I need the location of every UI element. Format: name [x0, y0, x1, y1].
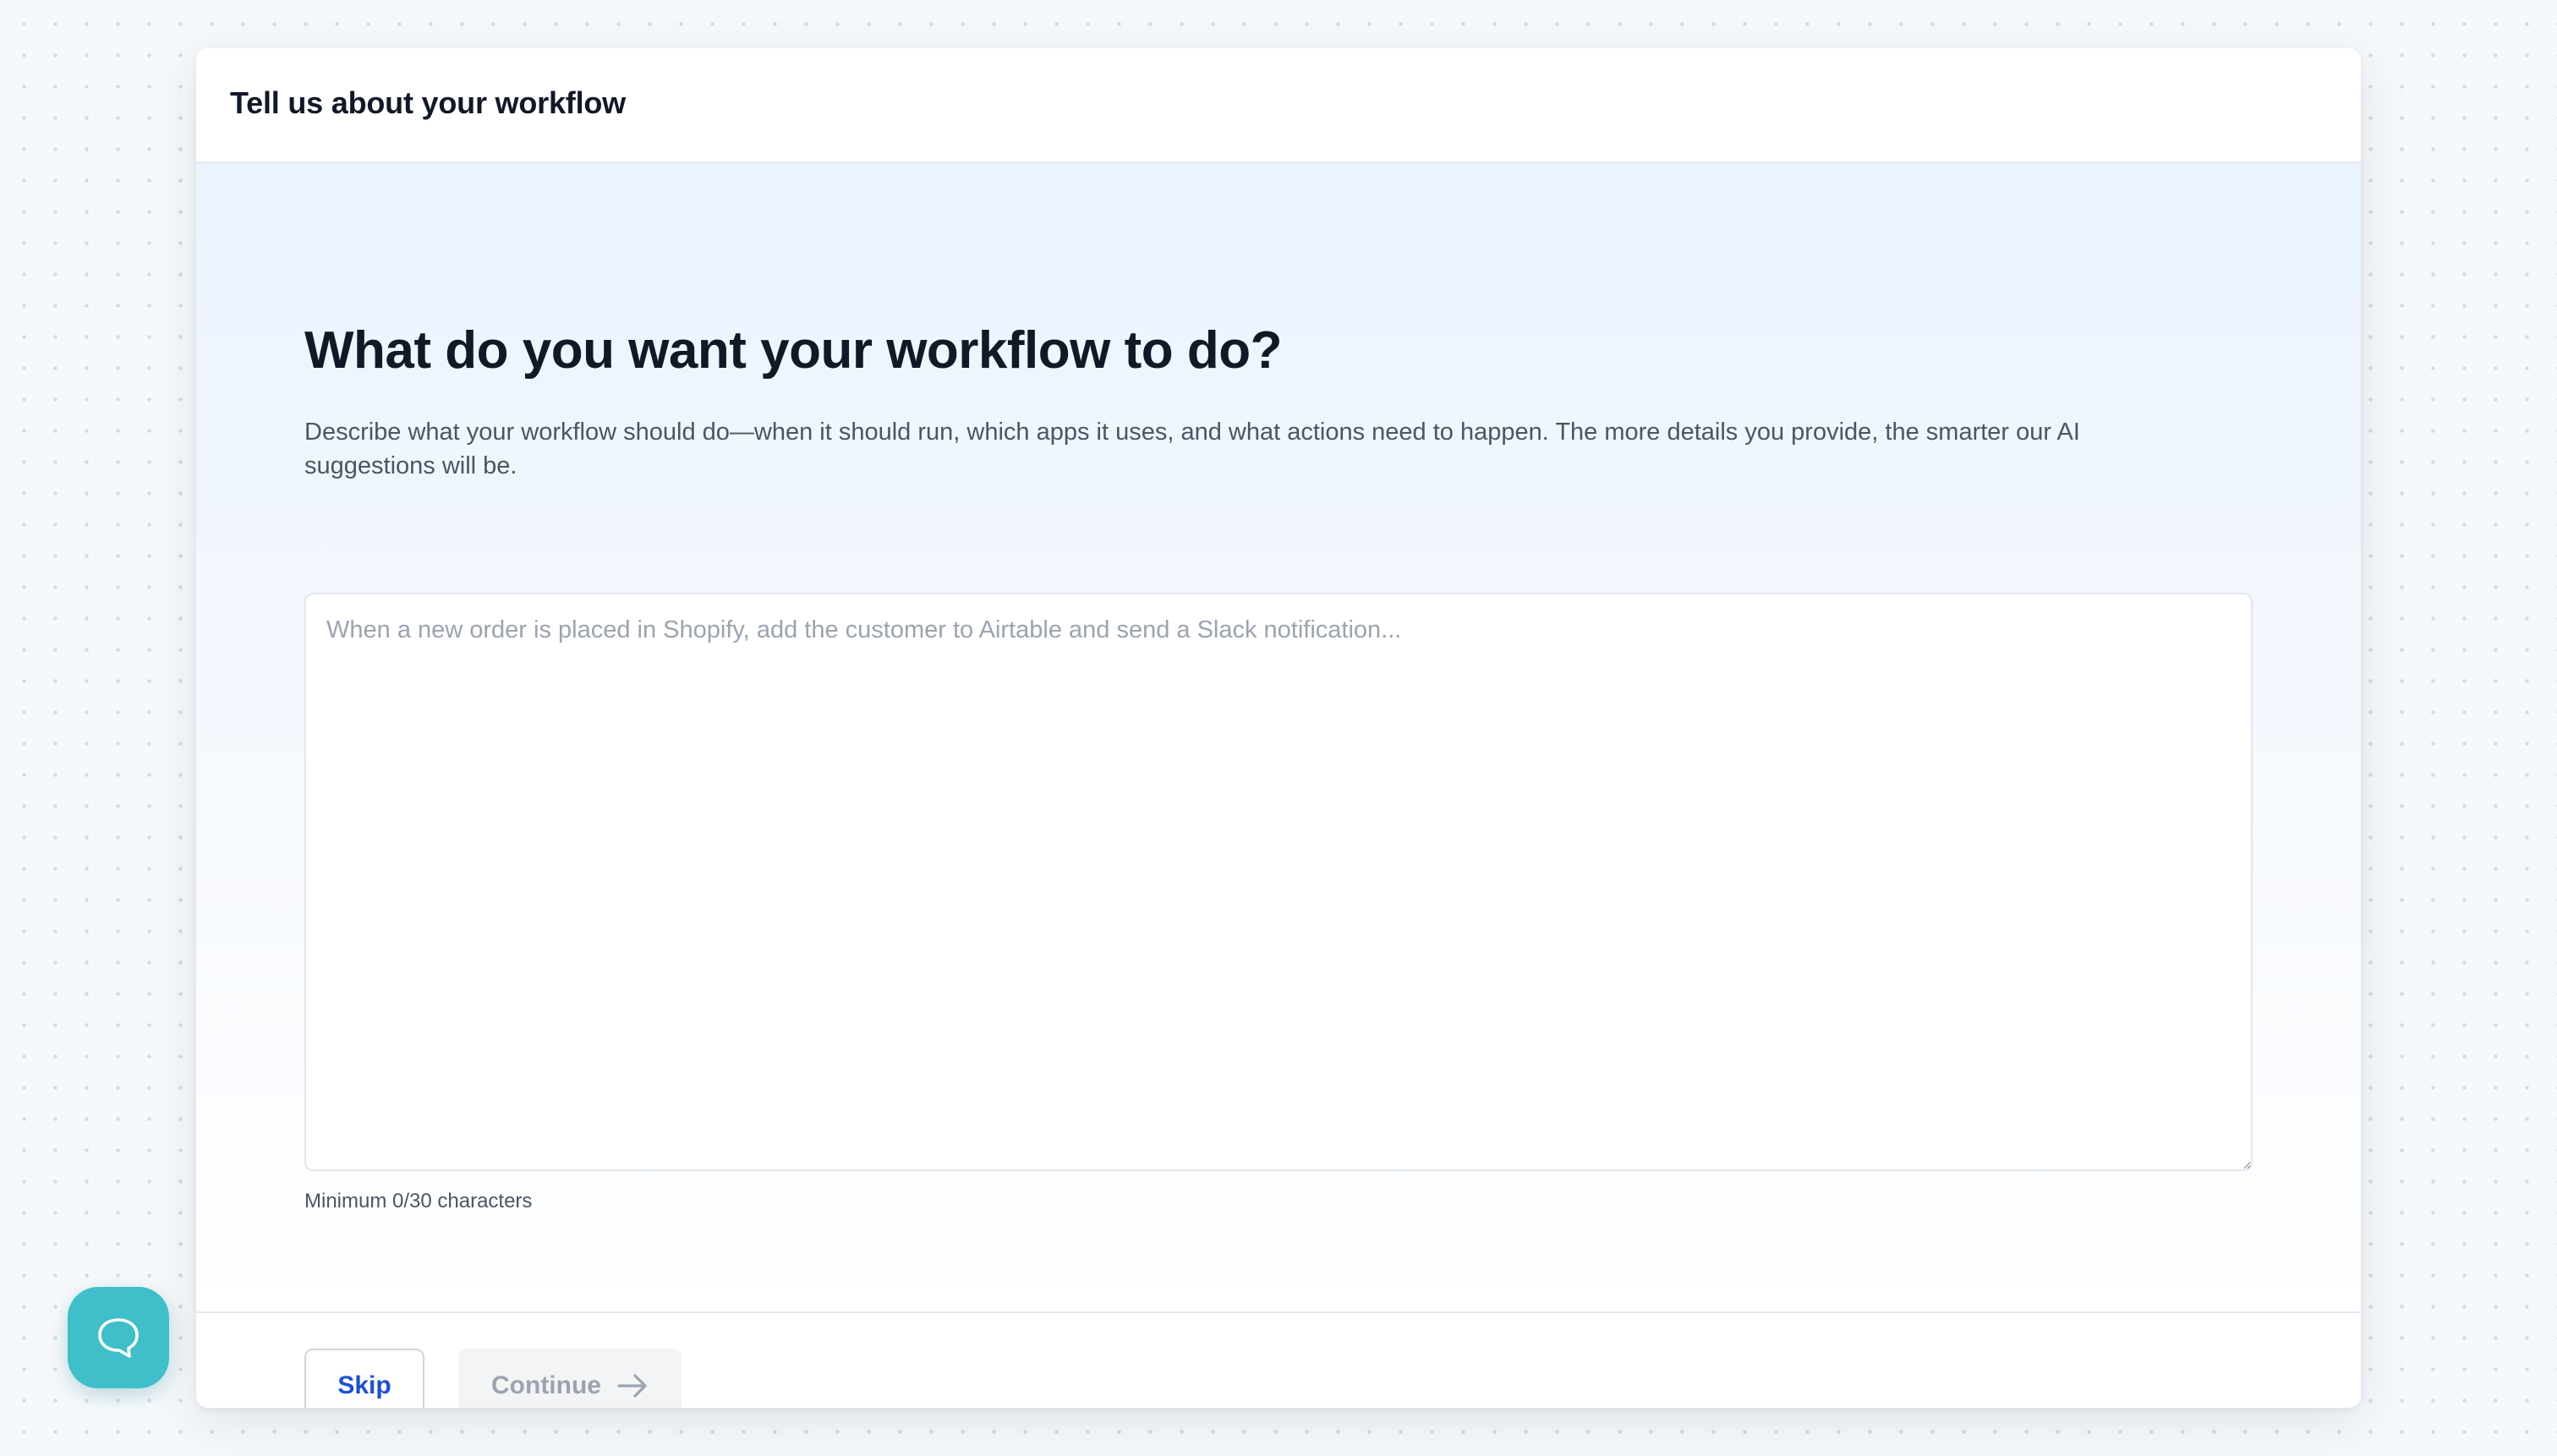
skip-button[interactable]: Skip — [304, 1349, 424, 1408]
arrow-right-icon — [617, 1374, 647, 1398]
card-footer: Skip Continue — [196, 1311, 2361, 1408]
page-title: Tell us about your workflow — [230, 85, 626, 120]
continue-button-label: Continue — [491, 1371, 601, 1399]
question-heading: What do you want your workflow to do? — [304, 321, 1282, 380]
chat-bubble-icon — [98, 1318, 139, 1358]
character-count: Minimum 0/30 characters — [304, 1190, 533, 1212]
card-body: What do you want your workflow to do? De… — [196, 163, 2361, 1311]
card-header: Tell us about your workflow — [196, 48, 2361, 163]
skip-button-label: Skip — [337, 1371, 391, 1399]
onboarding-card: Tell us about your workflow What do you … — [196, 48, 2361, 1408]
workflow-description-input[interactable] — [304, 593, 2253, 1171]
chat-widget-button[interactable] — [68, 1287, 169, 1388]
question-description: Describe what your workflow should do—wh… — [304, 419, 2080, 479]
continue-button[interactable]: Continue — [458, 1349, 682, 1408]
